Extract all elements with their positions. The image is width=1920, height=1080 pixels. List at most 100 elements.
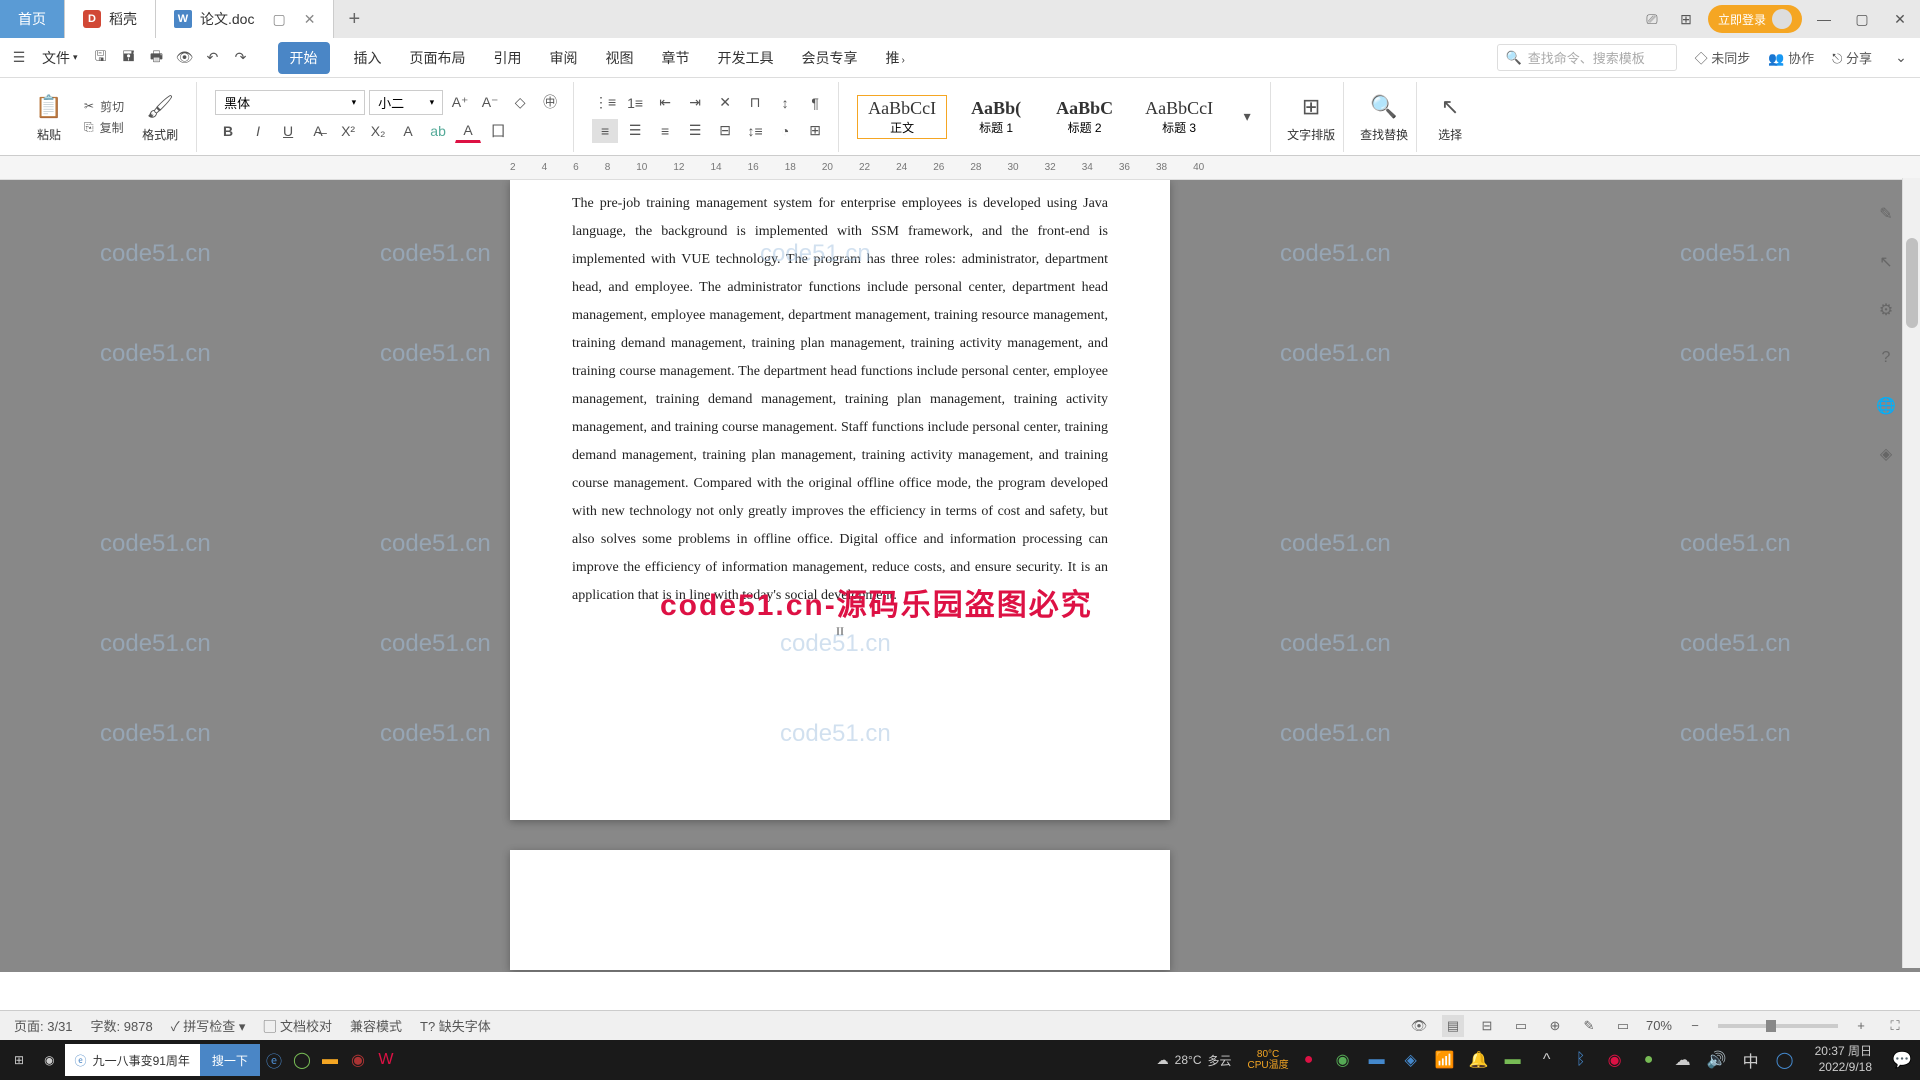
word-count[interactable]: 字数: 9878 [91,1016,153,1035]
font-color-button[interactable]: A [455,119,481,143]
print-preview-icon[interactable]: 👁 [174,47,196,69]
file-menu[interactable]: 文件▾ [36,48,84,68]
edit-mode-icon[interactable]: ✎ [1578,1015,1600,1037]
align-justify-button[interactable]: ☰ [682,119,708,143]
char-border-button[interactable]: 囗 [485,119,511,143]
browser-icon[interactable]: ◯ [288,1046,316,1074]
wps-icon[interactable]: W [372,1046,400,1074]
ime-icon[interactable]: 中 [1737,1046,1765,1074]
app-icon[interactable]: ◉ [344,1046,372,1074]
menu-tab-start[interactable]: 开始 [278,42,330,74]
edge-icon[interactable]: ⓔ [260,1046,288,1074]
zoom-slider[interactable] [1718,1024,1838,1028]
settings-tool-icon[interactable]: ⚙ [1872,296,1900,324]
collab-button[interactable]: 👥 协作 [1768,48,1814,67]
menu-tab-chapter[interactable]: 章节 [658,42,694,74]
maximize-button[interactable]: ▢ [1850,7,1874,31]
start-button[interactable]: ⊞ [4,1040,34,1080]
superscript-button[interactable]: X² [335,119,361,143]
font-name-select[interactable]: 黑体▾ [215,90,365,115]
web-view-icon[interactable]: ⊕ [1544,1015,1566,1037]
document-page-next[interactable] [510,850,1170,970]
clock[interactable]: 20:37 周日 2022/9/18 [1805,1044,1882,1075]
tray-icon-8[interactable]: ● [1635,1046,1663,1074]
borders-button[interactable]: ⊞ [802,119,828,143]
find-replace-icon[interactable]: 🔍 [1367,90,1401,124]
phonetic-icon[interactable]: ㊥ [537,90,563,114]
subscript-button[interactable]: X₂ [365,119,391,143]
tab-close-icon[interactable]: ✕ [304,11,316,28]
document-text[interactable]: The pre-job training management system f… [510,180,1170,610]
close-button[interactable]: ✕ [1888,7,1912,31]
strikethrough-button[interactable]: A̶ [305,119,331,143]
zoom-out-button[interactable]: − [1684,1015,1706,1037]
ruler[interactable]: 246810121416182022242628303234363840 [0,156,1920,180]
style-heading3[interactable]: AaBbCcI 标题 3 [1134,95,1224,139]
tray-icon-7[interactable]: ◉ [1601,1046,1629,1074]
menu-tab-insert[interactable]: 插入 [350,42,386,74]
save-icon[interactable]: 🖫 [90,47,112,69]
text-effects-button[interactable]: A [395,119,421,143]
text-direction-button[interactable]: ✕ [712,91,738,115]
scrollbar-thumb[interactable] [1906,238,1918,328]
zoom-in-button[interactable]: + [1850,1015,1872,1037]
select-icon[interactable]: ↖ [1433,90,1467,124]
compat-mode[interactable]: 兼容模式 [350,1016,402,1035]
increase-indent-button[interactable]: ⇥ [682,91,708,115]
reading-view-icon[interactable]: ▭ [1510,1015,1532,1037]
onedrive-icon[interactable]: ☁ [1669,1046,1697,1074]
tray-icon-2[interactable]: ◉ [1329,1046,1357,1074]
shading-button[interactable]: ◔ [772,119,798,143]
highlight-button[interactable]: ab [425,119,451,143]
command-search[interactable]: 🔍 查找命令、搜索模板 [1497,44,1677,71]
show-marks-button[interactable]: ¶ [802,91,828,115]
menu-tab-layout[interactable]: 页面布局 [406,42,470,74]
fullscreen-button[interactable]: ⛶ [1884,1015,1906,1037]
document-page[interactable]: The pre-job training management system f… [510,180,1170,820]
missing-font-button[interactable]: T? 缺失字体 [420,1016,491,1035]
font-size-select[interactable]: 小二▾ [369,90,443,115]
spellcheck-button[interactable]: ✓ 拼写检查 ▾ [171,1016,246,1035]
menu-tab-more[interactable]: 推› [882,42,909,74]
tray-icon-9[interactable]: ◯ [1771,1046,1799,1074]
text-layout-icon[interactable]: ⊞ [1294,90,1328,124]
location-tool-icon[interactable]: ◈ [1872,440,1900,468]
outline-view-icon[interactable]: ⊟ [1476,1015,1498,1037]
share-button[interactable]: ⎋ 分享 [1832,48,1872,67]
weather-widget[interactable]: ☁ 28°C 多云 [1147,1040,1242,1080]
zoom-level[interactable]: 70% [1646,1018,1672,1033]
tray-expand-icon[interactable]: ^ [1533,1046,1561,1074]
tab-stop-button[interactable]: ⊓ [742,91,768,115]
align-center-button[interactable]: ☰ [622,119,648,143]
eye-icon[interactable]: 👁 [1408,1015,1430,1037]
redo-icon[interactable]: ↷ [230,47,252,69]
tray-icon-1[interactable]: ● [1295,1046,1323,1074]
volume-icon[interactable]: 🔊 [1703,1046,1731,1074]
fit-width-icon[interactable]: ▭ [1612,1015,1634,1037]
news-widget[interactable]: ⓔ 九一八事变91周年 [65,1044,200,1076]
more-icon[interactable]: ⌄ [1890,47,1912,69]
save-as-icon[interactable]: 🖬 [118,47,140,69]
menu-icon[interactable]: ☰ [8,47,30,69]
decrease-indent-button[interactable]: ⇤ [652,91,678,115]
menu-tab-reference[interactable]: 引用 [490,42,526,74]
cursor-tool-icon[interactable]: ↖ [1872,248,1900,276]
paste-icon[interactable]: 📋 [32,90,66,124]
bluetooth-icon[interactable]: ᛒ [1567,1046,1595,1074]
menu-tab-member[interactable]: 会员专享 [798,42,862,74]
sort-button[interactable]: ↕ [772,91,798,115]
style-normal[interactable]: AaBbCcI 正文 [857,95,947,139]
undo-icon[interactable]: ↶ [202,47,224,69]
decrease-font-icon[interactable]: A⁻ [477,90,503,114]
tab-split-icon[interactable]: ▢ [272,11,285,28]
align-right-button[interactable]: ≡ [652,119,678,143]
distribute-button[interactable]: ⊟ [712,119,738,143]
sync-status[interactable]: ◇ 未同步 [1695,48,1751,67]
menu-tab-devtools[interactable]: 开发工具 [714,42,778,74]
increase-font-icon[interactable]: A⁺ [447,90,473,114]
numbering-button[interactable]: 1≡ [622,91,648,115]
vertical-scrollbar[interactable] [1902,178,1920,968]
style-heading2[interactable]: AaBbC 标题 2 [1045,95,1124,139]
italic-button[interactable]: I [245,119,271,143]
notification-icon[interactable]: 🔔 [1465,1046,1493,1074]
